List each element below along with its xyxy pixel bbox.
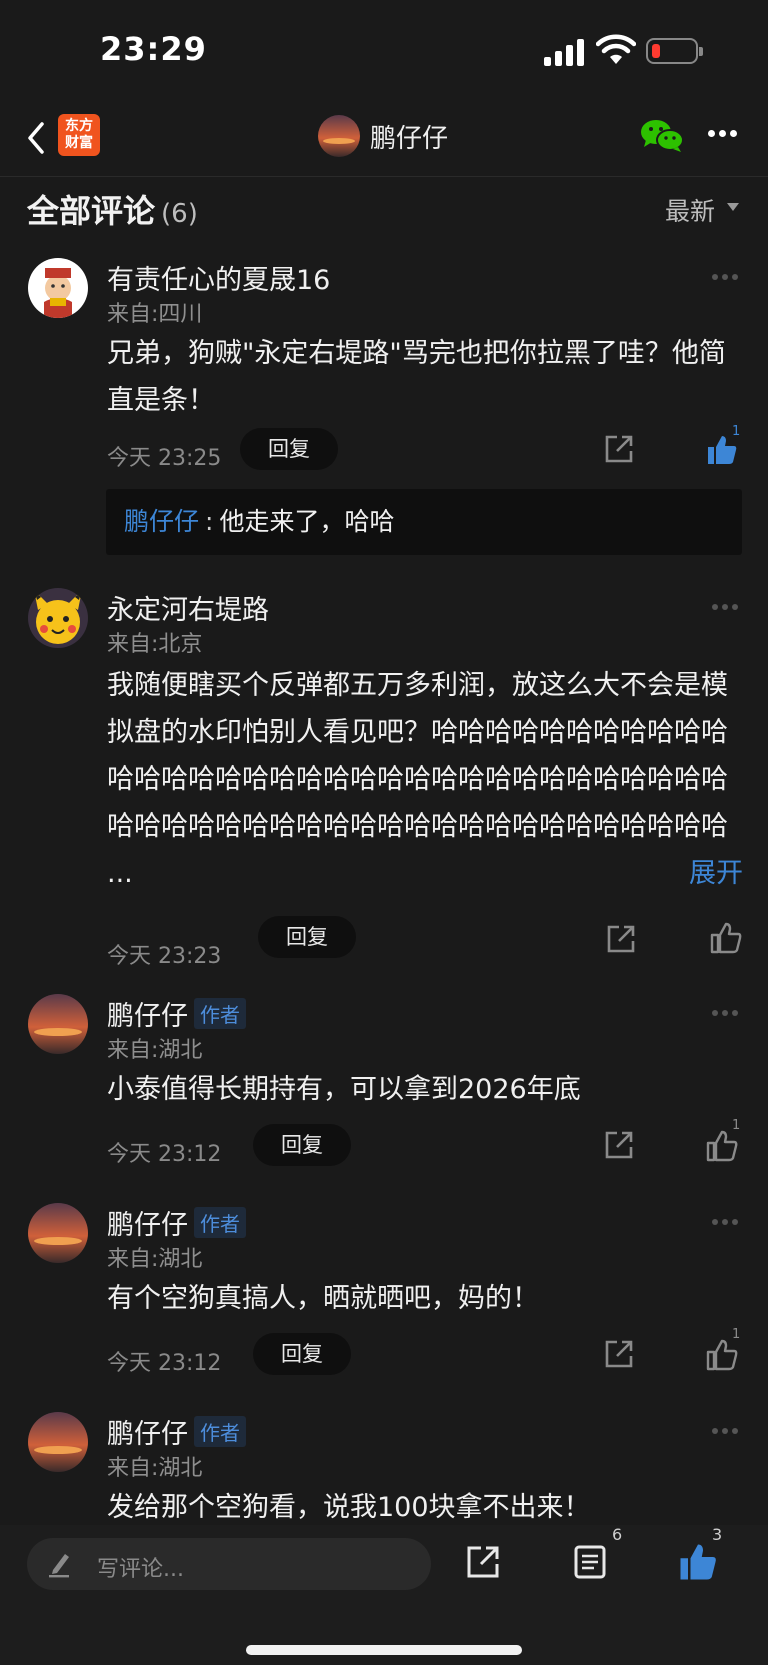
location: 来自:湖北 (107, 1038, 203, 1063)
username[interactable]: 鹏仔仔 作者 (107, 1412, 246, 1451)
author-badge: 作者 (194, 998, 246, 1029)
author-badge: 作者 (194, 1207, 246, 1238)
battery-icon (646, 38, 703, 64)
username[interactable]: 鹏仔仔 作者 (107, 994, 246, 1033)
comment-more-icon[interactable] (712, 274, 742, 280)
author-avatar[interactable] (28, 1412, 88, 1472)
share-icon[interactable] (606, 924, 636, 954)
section-title: 全部评论 (6) (27, 186, 198, 232)
sub-reply[interactable]: 鹏仔仔: 他走来了，哈哈 (106, 489, 742, 555)
username-text: 有责任心的夏晟16 (107, 265, 331, 296)
location: 来自:四川 (107, 302, 203, 327)
comment-count: (6) (161, 199, 198, 229)
cellular-signal-icon (544, 38, 586, 66)
expand-link[interactable]: 展开 (689, 850, 743, 897)
like-count: 1 (732, 1118, 741, 1133)
author-badge: 作者 (194, 1416, 246, 1447)
wifi-icon (596, 34, 636, 64)
comment-time: 今天 23:12 (107, 1142, 222, 1167)
user-avatar[interactable] (28, 258, 88, 318)
sort-dropdown[interactable]: 最新 (665, 192, 715, 228)
thumbs-up-icon[interactable] (710, 922, 742, 954)
comment-text: 兄弟，狗贼"永定右堤路"骂完也把你拉黑了哇？他简直是条！ (107, 338, 726, 416)
comment-input-placeholder: 写评论... (97, 1557, 184, 1582)
username-text: 鹏仔仔 (107, 1210, 188, 1241)
share-icon[interactable] (604, 1339, 634, 1369)
comment-more-icon[interactable] (712, 604, 742, 610)
comment-more-icon[interactable] (712, 1010, 742, 1016)
sub-reply-colon: : (205, 507, 214, 536)
share-icon[interactable] (466, 1545, 500, 1579)
caret-down-icon[interactable] (727, 203, 739, 211)
author-avatar (318, 115, 360, 157)
top-nav-bar: 东方 财富 鹏仔仔 (0, 100, 768, 177)
status-bar: 23:29 (0, 0, 768, 100)
likes-count: 3 (712, 1525, 723, 1544)
comment-text: 我随便瞎买个反弹都五万多利润，放这么大不会是模拟盘的水印怕别人看见吧？哈哈哈哈哈… (107, 662, 743, 897)
sub-reply-author[interactable]: 鹏仔仔 (124, 507, 199, 536)
status-time: 23:29 (100, 30, 207, 68)
pencil-icon (49, 1554, 69, 1578)
share-icon[interactable] (604, 434, 634, 464)
thumbs-up-icon[interactable] (706, 1130, 738, 1162)
username[interactable]: 鹏仔仔 作者 (107, 1203, 246, 1242)
reply-button[interactable]: 回复 (240, 428, 338, 470)
comment-text: 发给那个空狗看，说我100块拿不出来！ (107, 1492, 591, 1523)
comment-time: 今天 23:12 (107, 1351, 222, 1376)
author-avatar[interactable] (28, 994, 88, 1054)
username-text: 永定河右堤路 (107, 595, 269, 626)
like-count: 1 (732, 1327, 741, 1342)
sub-reply-text: 他走来了，哈哈 (219, 507, 395, 536)
comment-more-icon[interactable] (712, 1219, 742, 1225)
location: 来自:北京 (107, 632, 203, 657)
wechat-share-icon[interactable] (640, 118, 684, 154)
location: 来自:湖北 (107, 1456, 203, 1481)
nav-title: 鹏仔仔 (370, 123, 449, 154)
location: 来自:湖北 (107, 1247, 203, 1272)
brand-logo-line2: 财富 (65, 135, 93, 151)
user-avatar[interactable] (28, 588, 88, 648)
comments-list-icon[interactable] (574, 1545, 606, 1579)
username-text: 鹏仔仔 (107, 1001, 188, 1032)
comment-text: 小泰值得长期持有，可以拿到2026年底 (107, 1074, 581, 1105)
bottom-action-bar: 写评论... 6 3 (0, 1525, 768, 1665)
reply-button[interactable]: 回复 (253, 1124, 351, 1166)
thumbs-up-icon[interactable] (706, 1339, 738, 1371)
share-icon[interactable] (604, 1130, 634, 1160)
reply-button[interactable]: 回复 (258, 916, 356, 958)
comment-time: 今天 23:23 (107, 944, 222, 969)
home-indicator[interactable] (246, 1645, 522, 1655)
comment-text: 有个空狗真搞人，晒就晒吧，妈的！ (107, 1283, 539, 1314)
brand-logo[interactable]: 东方 财富 (58, 114, 100, 156)
section-title-text: 全部评论 (27, 192, 156, 230)
username-text: 鹏仔仔 (107, 1419, 188, 1450)
like-count: 1 (732, 424, 741, 439)
reply-button[interactable]: 回复 (253, 1333, 351, 1375)
comment-text-body: 我随便瞎买个反弹都五万多利润，放这么大不会是模拟盘的水印怕别人看见吧？哈哈哈哈哈… (107, 670, 728, 889)
back-arrow-icon[interactable] (22, 118, 50, 158)
username[interactable]: 有责任心的夏晟16 (107, 258, 330, 297)
comment-input[interactable]: 写评论... (27, 1538, 431, 1590)
author-avatar[interactable] (28, 1203, 88, 1263)
username[interactable]: 永定河右堤路 (107, 588, 269, 627)
brand-logo-line1: 东方 (65, 118, 93, 134)
comment-more-icon[interactable] (712, 1428, 742, 1434)
nav-author[interactable]: 鹏仔仔 (318, 114, 448, 158)
more-options-icon[interactable] (708, 130, 738, 140)
comments-count: 6 (612, 1525, 623, 1544)
thumbs-up-icon[interactable] (678, 1542, 718, 1582)
comment-time: 今天 23:25 (107, 446, 222, 471)
